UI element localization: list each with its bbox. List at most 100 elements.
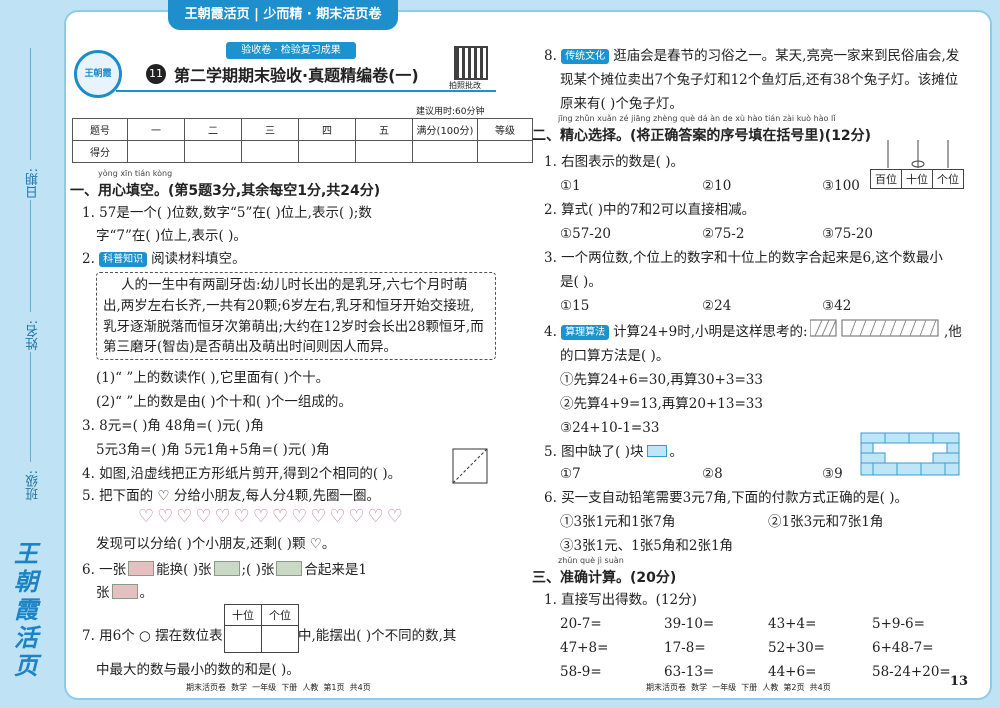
page-title: 第二学期期末验收·真题精编卷(一) (174, 66, 419, 85)
select-4-option: ③24+10-1=33 (560, 420, 660, 436)
select-2-option: ③75-20 (822, 226, 874, 242)
section3-title: 三、准确计算。(20分) (532, 570, 677, 586)
qr-caption: 拍照批改 (449, 81, 481, 90)
select-5-option: ①7 (560, 466, 581, 482)
banknote-icon (276, 561, 303, 576)
worksheet-spread: 王朝霞活页 | 少而精 · 期末活页卷 日期: 姓名: 班级: 王朝霞活页 王朝… (0, 0, 1000, 708)
score-col: 满分(100分) (412, 118, 478, 141)
abacus-col: 十位 (901, 169, 933, 189)
square-paper-figure (452, 448, 488, 488)
select-1-option: ②10 (702, 178, 732, 194)
question-2: 2. 科普知识 阅读材料填空。 (82, 251, 246, 267)
question-1a: 1. 57是一个( )位数,数字“5”在( )位上,表示( );数 (82, 205, 372, 221)
calc-item: 58-24+20= (872, 664, 951, 680)
question-8a: 8. 传统文化 逛庙会是春节的习俗之一。某天,亮亮一家来到民俗庙会,发 (544, 48, 960, 64)
select-2-option: ①57-20 (560, 226, 612, 242)
question-4: 4. 如图,沿虚线把正方形纸片剪开,得到2个相同的( )。 (82, 466, 402, 482)
select-5: 5. 图中缺了( )块。 (544, 444, 683, 460)
select-3-option: ①15 (560, 298, 590, 314)
score-cell[interactable] (477, 140, 533, 163)
question-1b: 字“7”在( )位上,表示( )。 (96, 228, 247, 244)
calc-item: 52+30= (768, 640, 825, 656)
pv-ones-cell[interactable] (261, 625, 299, 653)
qr-code[interactable] (454, 46, 488, 80)
calc-item: 63-13= (664, 664, 715, 680)
select-4b: 的口算方法是( )。 (560, 348, 670, 364)
select-2: 2. 算式( )中的7和2可以直接相减。 (544, 202, 756, 218)
score-cell[interactable] (298, 140, 356, 163)
footer-left: 期末活页卷 数学 一年级 下册 人教 第1页 共4页 (186, 683, 371, 692)
score-col: 五 (355, 118, 413, 141)
side-date-label: 日期: (26, 168, 41, 199)
header-subtitle: 验收卷 · 检验复习成果 (226, 42, 356, 59)
calc-item: 44+6= (768, 664, 817, 680)
score-col: 题号 (72, 118, 128, 141)
score-cell[interactable] (184, 140, 242, 163)
counting-sticks-svg (809, 319, 939, 337)
brick-wall-svg (860, 432, 960, 476)
banknote-icon (111, 584, 138, 599)
banknote-icon (213, 561, 240, 576)
question-6a: 6. 一张 能换( )张 ;( )张 合起来是1 (82, 561, 367, 578)
select-3b: 是( )。 (560, 274, 602, 290)
score-cell[interactable] (412, 140, 478, 163)
calc-item: 47+8= (560, 640, 609, 656)
section1-title: 一、用心填空。(第5题3分,其余每空1分,共24分) (70, 183, 381, 199)
select-4a-end: ,他 (944, 324, 962, 340)
score-cell[interactable] (355, 140, 413, 163)
question-3b: 5元3角=( )角 5元1角+5角=( )元( )角 (96, 442, 330, 458)
select-4-option: ①先算24+6=30,再算30+3=33 (560, 372, 763, 388)
side-name-line (30, 200, 31, 312)
section1-pinyin: yòng xīn tián kòng (98, 169, 173, 178)
score-col: 三 (241, 118, 299, 141)
score-cell[interactable] (127, 140, 185, 163)
select-1-option: ①1 (560, 178, 581, 194)
score-cell[interactable] (241, 140, 299, 163)
banknote-icon (128, 561, 155, 576)
section3-pinyin: zhǔn què jì suàn (558, 556, 624, 565)
abacus-col: 个位 (932, 169, 964, 189)
select-6-option: ②1张3元和7张1角 (768, 514, 884, 530)
reading-box: 人的一生中有两副牙齿:幼儿时长出的是乳牙,六七个月时萌 出,两岁左右长齐,一共有… (96, 272, 496, 360)
square-paper-svg (452, 448, 488, 484)
reading-line: 出,两岁左右长齐,一共有20颗;6岁左右,乳牙和恒牙开始交接班, (103, 298, 475, 314)
abacus-figure (870, 140, 966, 172)
brick-icon (646, 445, 667, 457)
pv-tens-header: 十位 (224, 604, 262, 626)
select-4a: 4. 算理算法 计算24+9时,小明是这样思考的: (544, 324, 808, 340)
side-logo: 王朝霞活页 (14, 539, 38, 680)
abacus-rods (887, 140, 949, 168)
score-col: 一 (127, 118, 185, 141)
footer-right: 期末活页卷 数学 一年级 下册 人教 第2页 共4页 (646, 683, 831, 692)
tag-method: 算理算法 (561, 325, 610, 340)
brick-wall-figure (860, 432, 960, 480)
school-emblem: 王朝霞 (74, 50, 122, 98)
calc-item: 43+4= (768, 616, 817, 632)
side-name-label: 姓名: (26, 320, 41, 351)
calc-item: 58-9= (560, 664, 602, 680)
question-2-1: (1)“ ”上的数读作( ),它里面有( )个十。 (96, 370, 330, 386)
reading-line: 乳牙逐渐脱落而恒牙次第萌出;大约在12岁时会长出28颗恒牙,而 (103, 319, 484, 335)
side-class-line (30, 352, 31, 462)
abacus-labels: 百位 十位 个位 (870, 169, 964, 189)
calc-item: 39-10= (664, 616, 715, 632)
score-table: 题号 一 二 三 四 五 满分(100分) 等级 得分 (72, 118, 533, 163)
select-3-option: ②24 (702, 298, 732, 314)
score-col: 等级 (477, 118, 533, 141)
side-date-line (30, 48, 31, 160)
select-1: 1. 右图表示的数是( )。 (544, 154, 684, 170)
pv-tens-cell[interactable] (224, 625, 262, 653)
header-rule (116, 90, 496, 92)
select-3-option: ③42 (822, 298, 852, 314)
top-banner: 王朝霞活页 | 少而精 · 期末活页卷 (168, 0, 398, 30)
select-1-option: ③100 (822, 178, 860, 194)
select-6-option: ①3张1元和1张7角 (560, 514, 676, 530)
place-value-table: 十位 个位 (224, 604, 299, 653)
score-col: 四 (298, 118, 356, 141)
series-name: 少而精 · 期末活页卷 (263, 7, 382, 22)
section2-pinyin: jīng zhǔn xuǎn zé jiāng zhèng què dá àn … (558, 114, 836, 123)
calc-intro: 1. 直接写出得数。(12分) (544, 592, 697, 608)
question-2-2: (2)“ ”上的数是由( )个十和( )个一组成的。 (96, 394, 352, 410)
score-table-header: 题号 一 二 三 四 五 满分(100分) 等级 (72, 118, 533, 141)
select-5-option: ③9 (822, 466, 843, 482)
